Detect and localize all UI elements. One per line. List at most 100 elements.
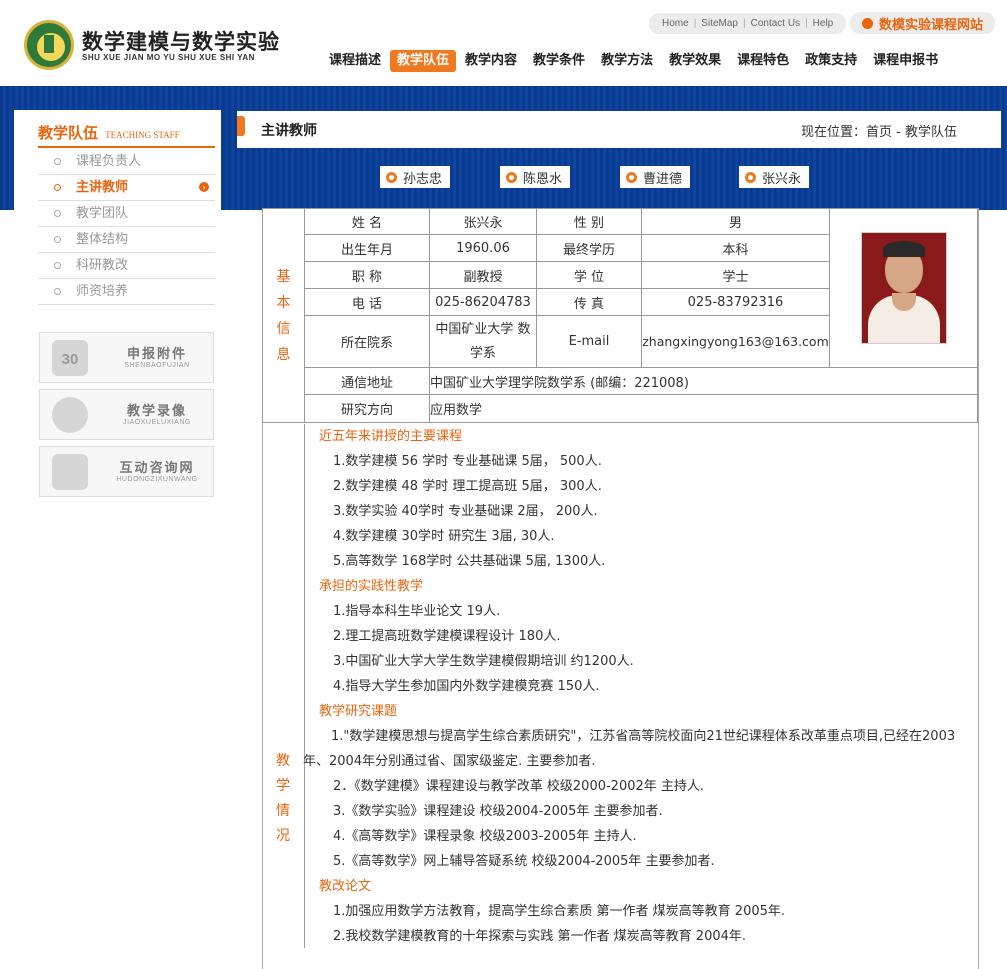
- nav-teaching-conditions[interactable]: 教学条件: [526, 50, 592, 72]
- nav-application-form[interactable]: 课程申报书: [866, 50, 945, 72]
- breadcrumb-current: 教学队伍: [904, 125, 957, 140]
- name-value: 张兴永: [429, 208, 537, 235]
- phone-value: 025-86204783: [429, 288, 537, 316]
- basic-info-label-cell: 基本信息: [262, 208, 305, 423]
- bullet-icon: [54, 210, 61, 217]
- list-item: 1.数学建模 56 学时 专业基础课 5届， 500人.: [333, 454, 602, 469]
- teacher-tab-label: 陈恩水: [523, 171, 563, 187]
- teacher-tab-chen[interactable]: 陈恩水: [500, 166, 570, 188]
- email-label: E-mail: [536, 315, 642, 368]
- sidebar-item-faculty-training[interactable]: 师资培养: [38, 279, 215, 305]
- address-value: 中国矿业大学理学院数学系 (邮编：221008): [429, 367, 978, 395]
- gender-label: 性 别: [536, 208, 642, 235]
- title-value: 副教授: [429, 261, 537, 289]
- sidebar-item-label: 主讲教师: [76, 180, 129, 195]
- page-title: 主讲教师: [261, 123, 317, 139]
- breadcrumb-separator: -: [892, 125, 905, 140]
- radio-icon: [386, 171, 397, 183]
- promo-title: 互动咨询网: [119, 461, 195, 476]
- bullet-icon: [54, 288, 61, 295]
- promo-subtitle: HUDONGZIXUNWANG: [116, 476, 198, 483]
- teacher-tab-label: 孙志忠: [403, 171, 443, 187]
- basic-info-label: 基本信息: [264, 264, 304, 368]
- promo-title: 申报附件: [126, 347, 187, 362]
- section-title-papers: 教改论文: [319, 879, 372, 894]
- teacher-tab-zhang[interactable]: 张兴永: [739, 166, 809, 188]
- teaching-label: 教学情况: [262, 749, 304, 849]
- university-logo-icon[interactable]: [24, 20, 74, 70]
- sidebar-item-teaching-team[interactable]: 教学团队: [38, 201, 215, 227]
- list-item: 1.加强应用数学方法教育，提高学生综合素质 第一作者 煤炭高等教育 2005年.: [333, 904, 786, 919]
- list-item: 3.中国矿业大学大学生数学建模假期培训 约1200人.: [333, 654, 634, 669]
- section-marker-icon: [237, 116, 245, 136]
- nav-course-description[interactable]: 课程描述: [322, 50, 388, 72]
- list-item: 1.指导本科生毕业论文 19人.: [333, 604, 501, 619]
- nav-policy-support[interactable]: 政策支持: [798, 50, 864, 72]
- sidebar-item-overall-structure[interactable]: 整体结构: [38, 227, 215, 253]
- sidebar-item-label: 教学团队: [76, 206, 129, 221]
- bullet-icon: [54, 236, 61, 243]
- list-item: 5.高等数学 168学时 公共基础课 5届, 1300人.: [333, 554, 606, 569]
- sidebar-title-en: TEACHING STAFF: [105, 130, 180, 140]
- list-item: 3.《数学实验》课程建设 校级2004-2005年 主要参加者.: [333, 804, 663, 819]
- degree-label: 学 位: [536, 261, 642, 289]
- birth-value: 1960.06: [429, 234, 537, 262]
- sidebar-item-course-leader[interactable]: 课程负责人: [38, 149, 215, 175]
- promo-teaching-video[interactable]: 教学录像 JIAOXUELUXIANG: [39, 389, 214, 440]
- teacher-tab-cao[interactable]: 曹进德: [620, 166, 690, 188]
- nav-teaching-methods[interactable]: 教学方法: [594, 50, 660, 72]
- research-label: 研究方向: [304, 394, 430, 423]
- list-item: 2.数学建模 48 学时 理工提高班 5届， 300人.: [333, 479, 602, 494]
- teacher-tab-label: 张兴永: [762, 171, 802, 187]
- teacher-photo: [860, 232, 947, 344]
- dept-label: 所在院系: [304, 315, 430, 368]
- calendar-icon: 30: [52, 340, 88, 376]
- degree-value: 学士: [641, 261, 830, 289]
- help-link[interactable]: Help: [808, 18, 839, 29]
- edu-label: 最终学历: [536, 234, 642, 262]
- list-item: 2．《数学建模》课程建设与教学改革 校级2000-2002年 主持人.: [333, 779, 705, 794]
- fax-label: 传 真: [536, 288, 642, 316]
- contact-link[interactable]: Contact Us: [746, 18, 805, 29]
- list-item: 4.《高等数学》课程录象 校级2003-2005年 主持人.: [333, 829, 637, 844]
- promo-attachments[interactable]: 30 申报附件 SHENBAOFUJIAN: [39, 332, 214, 383]
- email-value: zhangxingyong163@163.com: [641, 315, 830, 368]
- edu-value: 本科: [641, 234, 830, 262]
- address-label: 通信地址: [304, 367, 430, 395]
- bullet-icon: [54, 262, 61, 269]
- computer-icon: [52, 454, 88, 490]
- main-nav: 课程描述 教学队伍 教学内容 教学条件 教学方法 教学效果 课程特色 政策支持 …: [322, 50, 947, 72]
- research-value: 应用数学: [429, 394, 978, 423]
- sidebar-title-cn: 教学队伍: [38, 124, 99, 142]
- nav-teaching-effects[interactable]: 教学效果: [662, 50, 728, 72]
- fax-value: 025-83792316: [641, 288, 830, 316]
- promo-consulting[interactable]: 互动咨询网 HUDONGZIXUNWANG: [39, 446, 214, 497]
- course-site-button[interactable]: 数模实验课程网站: [850, 12, 995, 34]
- nav-course-features[interactable]: 课程特色: [730, 50, 796, 72]
- title-label: 职 称: [304, 261, 430, 289]
- sitemap-link[interactable]: SiteMap: [696, 18, 743, 29]
- sidebar-item-label: 师资培养: [76, 284, 129, 299]
- birth-label: 出生年月: [304, 234, 430, 262]
- sidebar-item-research-reform[interactable]: 科研教改: [38, 253, 215, 279]
- teacher-tab-sun[interactable]: 孙志忠: [380, 166, 450, 188]
- nav-teaching-staff[interactable]: 教学队伍: [390, 50, 457, 72]
- bullet-icon: [54, 158, 61, 165]
- bullet-icon: [54, 184, 61, 191]
- breadcrumb-home-link[interactable]: 首页: [866, 125, 892, 140]
- list-item: 2.理工提高班数学建模课程设计 180人.: [333, 629, 561, 644]
- list-item: 5.《高等数学》网上辅导答疑系统 校级2004-2005年 主要参加者.: [333, 854, 715, 869]
- sidebar-item-main-teachers[interactable]: 主讲教师 ›: [38, 175, 215, 201]
- site-subtitle: SHU XUE JIAN MO YU SHU XUE SHI YAN: [82, 53, 255, 62]
- photo-cell: [829, 208, 978, 368]
- teaching-content: 近五年来讲授的主要课程 1.数学建模 56 学时 专业基础课 5届， 500人.…: [303, 424, 977, 949]
- promo-subtitle: SHENBAOFUJIAN: [124, 362, 190, 369]
- home-link[interactable]: Home: [657, 18, 694, 29]
- breadcrumb: 现在位置：首页 - 教学队伍: [801, 121, 957, 140]
- radio-icon: [506, 171, 517, 183]
- sidebar-menu: 课程负责人 主讲教师 › 教学团队 整体结构 科研教改 师资培养: [38, 149, 215, 305]
- teacher-tab-label: 曹进德: [643, 171, 683, 187]
- list-item: 4.数学建模 30学时 研究生 3届, 30人.: [333, 529, 555, 544]
- radio-icon: [745, 171, 756, 183]
- nav-teaching-content[interactable]: 教学内容: [458, 50, 524, 72]
